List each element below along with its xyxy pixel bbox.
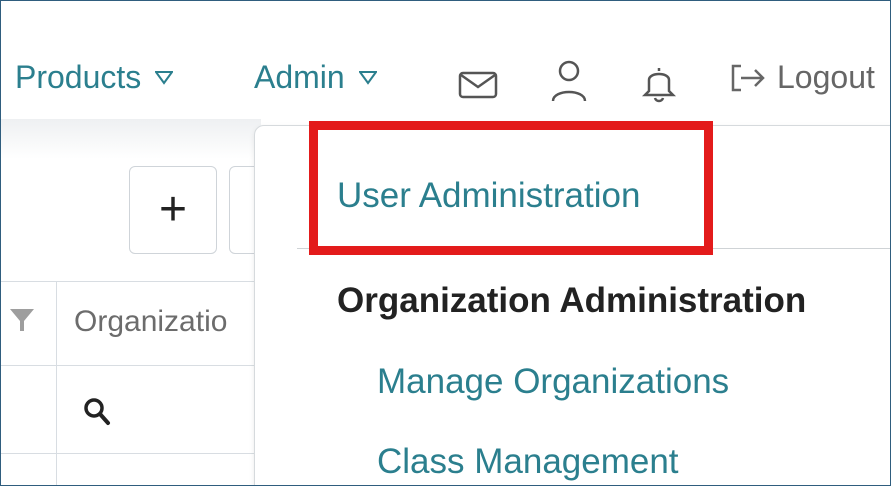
app-frame: Products Admin Logout + Organizatio User…: [0, 0, 891, 486]
add-symbol: +: [158, 183, 188, 236]
content-shadow: [1, 119, 261, 159]
add-button[interactable]: +: [129, 166, 217, 254]
menu-item-manage-organizations[interactable]: Manage Organizations: [377, 362, 729, 402]
logout-link[interactable]: Logout: [727, 59, 875, 96]
chevron-down-icon: [358, 70, 377, 85]
nav-admin-label: Admin: [254, 59, 345, 95]
logout-label: Logout: [777, 59, 875, 95]
nav-admin[interactable]: Admin: [254, 59, 377, 96]
chevron-down-icon: [155, 70, 174, 85]
menu-section-heading: Organization Administration: [337, 281, 807, 320]
table-filter-border: [1, 453, 261, 454]
nav-products-label: Products: [15, 59, 142, 95]
admin-dropdown-menu: User Administration Organization Adminis…: [254, 125, 890, 485]
table-header-border: [1, 365, 261, 366]
column-header-organization[interactable]: Organizatio: [74, 305, 227, 339]
menu-item-user-administration[interactable]: User Administration: [337, 176, 640, 216]
bell-icon[interactable]: [637, 59, 681, 103]
user-icon[interactable]: [547, 59, 591, 103]
mail-icon[interactable]: [457, 59, 501, 103]
nav-products[interactable]: Products: [15, 59, 174, 96]
menu-divider: [297, 248, 890, 249]
table-top-border: [1, 281, 261, 282]
filter-icon[interactable]: [9, 307, 35, 333]
table-column-divider: [56, 281, 57, 485]
logout-icon: [731, 64, 765, 91]
top-navigation: Products Admin Logout: [1, 1, 890, 119]
search-icon[interactable]: [83, 397, 111, 427]
menu-item-class-management[interactable]: Class Management: [377, 442, 679, 482]
